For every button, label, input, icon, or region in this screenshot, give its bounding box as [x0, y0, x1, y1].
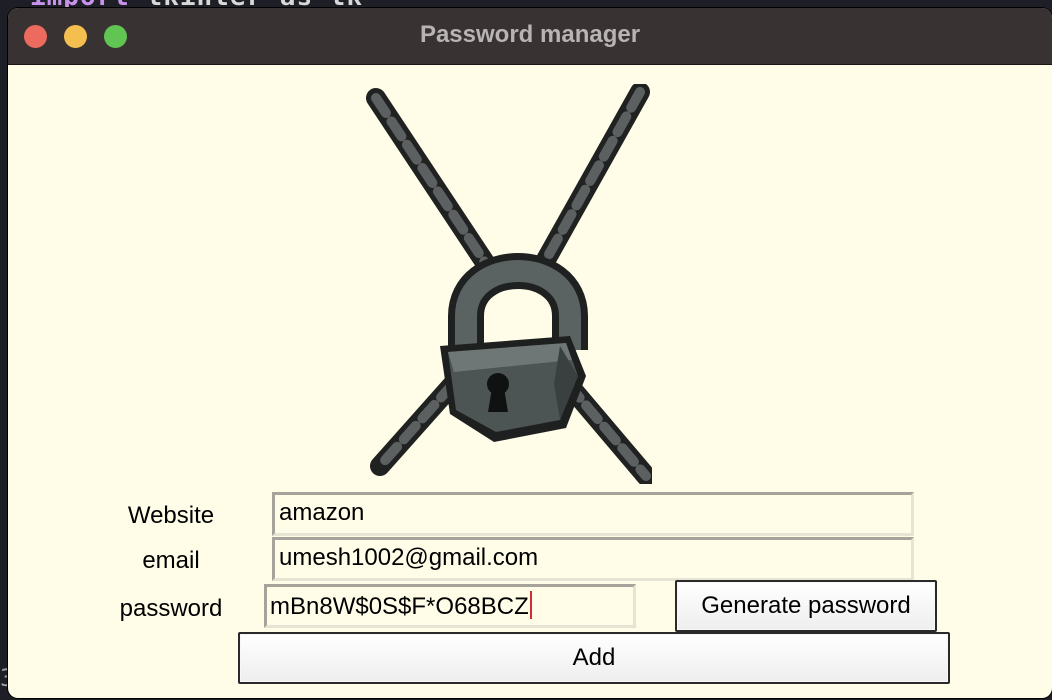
website-label: Website	[127, 502, 215, 529]
website-input[interactable]: amazon	[272, 492, 914, 536]
generate-password-button[interactable]: Generate password	[675, 580, 937, 632]
window-title: Password manager	[419, 21, 641, 48]
password-input[interactable]: mBn8W$0S$F*O68BCZ	[264, 584, 636, 628]
email-input[interactable]: umesh1002@gmail.com	[272, 537, 914, 581]
main-content: Website amazon email umesh1002@gmail.com…	[8, 65, 1052, 698]
text-caret	[529, 591, 532, 619]
password-value: mBn8W$0S$F*O68BCZ	[270, 593, 529, 620]
padlock-chains-logo	[366, 84, 652, 484]
email-label: email	[142, 547, 200, 574]
app-window: Password manager Website amazon email um…	[8, 8, 1052, 698]
add-button[interactable]: Add	[238, 632, 950, 684]
password-label: password	[119, 595, 223, 622]
title-bar[interactable]: Password manager	[8, 8, 1052, 65]
